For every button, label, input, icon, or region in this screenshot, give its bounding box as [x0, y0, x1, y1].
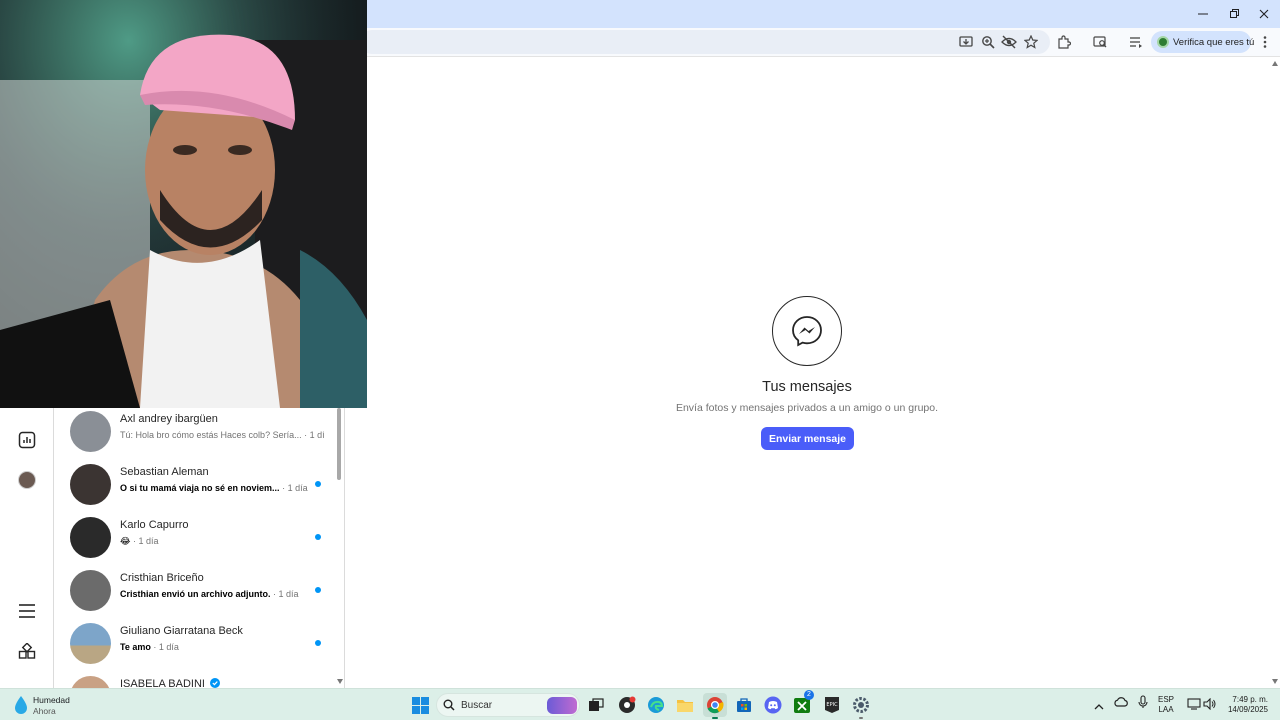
unread-dot [315, 640, 321, 646]
scroll-up-arrow-icon[interactable] [1272, 61, 1278, 66]
chat-preview: O si tu mamá viaja no sé en noviem... · … [120, 483, 308, 493]
kebab-menu-icon[interactable] [1254, 31, 1276, 53]
chat-name: ISABELA BADINI [120, 678, 221, 688]
restore-icon[interactable] [1218, 0, 1250, 28]
avatar [70, 464, 111, 505]
chat-item[interactable]: Sebastian Aleman O si tu mamá viaja no s… [54, 462, 334, 515]
task-view-icon[interactable] [584, 693, 608, 717]
bookmark-star-icon[interactable] [1020, 31, 1042, 53]
xbox-notification-badge: 2 [804, 690, 814, 700]
chrome-browser-icon[interactable] [703, 693, 727, 719]
search-highlight-icon [547, 697, 577, 714]
chat-item[interactable]: Axl andrey ibargüen Tú: Hola bro cómo es… [54, 409, 334, 462]
chat-item[interactable]: Cristhian Briceño Cristhian envió un arc… [54, 568, 334, 621]
send-message-button[interactable]: Enviar mensaje [761, 427, 854, 450]
scroll-down-arrow-icon[interactable] [1272, 679, 1278, 684]
webcam-overlay [0, 0, 367, 408]
reading-list-icon[interactable] [1125, 31, 1147, 53]
windows-taskbar: Humedad Ahora Buscar 2 EPIC ESP LAA 7:49… [0, 688, 1280, 720]
messenger-nav-rail [0, 408, 54, 688]
clock-date: 14/09/2025 [1227, 705, 1268, 714]
webcam-person-image [0, 0, 367, 408]
search-icon [443, 699, 455, 711]
chat-preview: Cristhian envió un archivo adjunto. · 1 … [120, 589, 299, 599]
show-hidden-icons-chevron-icon[interactable] [1094, 698, 1104, 716]
language-code: ESP [1158, 695, 1175, 704]
active-app-indicator [712, 717, 718, 719]
display-icon[interactable] [1187, 697, 1201, 715]
taskbar-clock[interactable]: 7:49 p. m. 14/09/2025 [1222, 695, 1268, 715]
chat-name: Giuliano Giarratana Beck [120, 625, 243, 637]
running-app-indicator [859, 717, 863, 719]
weather-title: Humedad [33, 695, 70, 705]
zoom-icon[interactable] [977, 31, 999, 53]
weather-humidity-icon[interactable] [12, 695, 30, 715]
start-button[interactable] [408, 693, 432, 717]
settings-gear-icon[interactable] [849, 693, 873, 719]
avatar [70, 411, 111, 452]
verify-profile-chip[interactable]: Verifica que eres tú [1151, 31, 1255, 53]
network-cloud-icon[interactable] [1114, 696, 1128, 714]
weather-subtitle: Ahora [33, 706, 56, 716]
microphone-icon[interactable] [1138, 695, 1148, 714]
chat-name: Karlo Capurro [120, 519, 189, 531]
discord-icon[interactable] [761, 693, 785, 717]
chat-name: Cristhian Briceño [120, 572, 204, 584]
chat-preview: 😂 · 1 día [120, 536, 159, 546]
messenger-logo-icon [772, 296, 842, 366]
edge-browser-icon[interactable] [644, 693, 668, 717]
unread-dot [315, 534, 321, 540]
page-scrollbar[interactable] [1270, 57, 1280, 688]
file-explorer-icon[interactable] [673, 693, 697, 717]
chat-list-scroll-thumb[interactable] [337, 408, 341, 480]
more-apps-icon[interactable] [15, 640, 39, 664]
xbox-icon[interactable]: 2 [790, 690, 814, 717]
menu-icon[interactable] [15, 599, 39, 623]
close-icon[interactable] [1248, 0, 1280, 28]
input-language-indicator[interactable]: ESP LAA [1158, 695, 1174, 715]
unread-dot [315, 481, 321, 487]
search-placeholder: Buscar [461, 699, 493, 711]
eye-off-icon[interactable] [998, 31, 1020, 53]
chat-preview: Te amo · 1 día [120, 642, 179, 652]
chat-item[interactable]: Karlo Capurro 😂 · 1 día [54, 515, 334, 568]
taskbar-search[interactable]: Buscar [436, 693, 580, 717]
avatar [70, 676, 111, 688]
keyboard-layout-code: LAA [1158, 705, 1174, 714]
address-bar[interactable] [360, 30, 1050, 54]
profile-avatar-icon [1157, 36, 1169, 48]
chat-name: Axl andrey ibargüen [120, 413, 218, 425]
chat-preview: Tú: Hola bro cómo estás Haces colb? Serí… [120, 430, 324, 440]
chat-name: Sebastian Aleman [120, 466, 209, 478]
minimize-icon[interactable] [1187, 0, 1219, 28]
epic-games-icon[interactable]: EPIC [820, 693, 844, 717]
chat-list: Axl andrey ibargüen Tú: Hola bro cómo es… [54, 408, 345, 688]
tab-search-icon[interactable] [1089, 31, 1111, 53]
chat-item[interactable]: Giuliano Giarratana Beck Te amo · 1 día [54, 621, 334, 674]
empty-state-subtitle: Envía fotos y mensajes privados a un ami… [675, 402, 939, 414]
profile-avatar[interactable] [15, 468, 39, 492]
verify-chip-label: Verifica que eres tú [1173, 36, 1255, 48]
microsoft-store-icon[interactable] [732, 693, 756, 717]
volume-icon[interactable] [1203, 697, 1217, 715]
empty-state-title: Tus mensajes [762, 379, 852, 395]
install-app-icon[interactable] [955, 31, 977, 53]
weather-widget[interactable]: Humedad Ahora [33, 695, 70, 717]
avatar [70, 570, 111, 611]
chat-item[interactable]: ISABELA BADINI [54, 674, 334, 688]
scroll-down-arrow-icon[interactable] [337, 679, 343, 684]
verified-badge-icon [210, 678, 221, 688]
clock-time: 7:49 p. m. [1232, 695, 1268, 704]
unread-dot [315, 587, 321, 593]
insights-icon[interactable] [15, 428, 39, 452]
extensions-icon[interactable] [1053, 31, 1075, 53]
obs-app-icon[interactable] [615, 693, 639, 717]
svg-text:EPIC: EPIC [826, 702, 838, 708]
avatar [70, 517, 111, 558]
avatar [70, 623, 111, 664]
